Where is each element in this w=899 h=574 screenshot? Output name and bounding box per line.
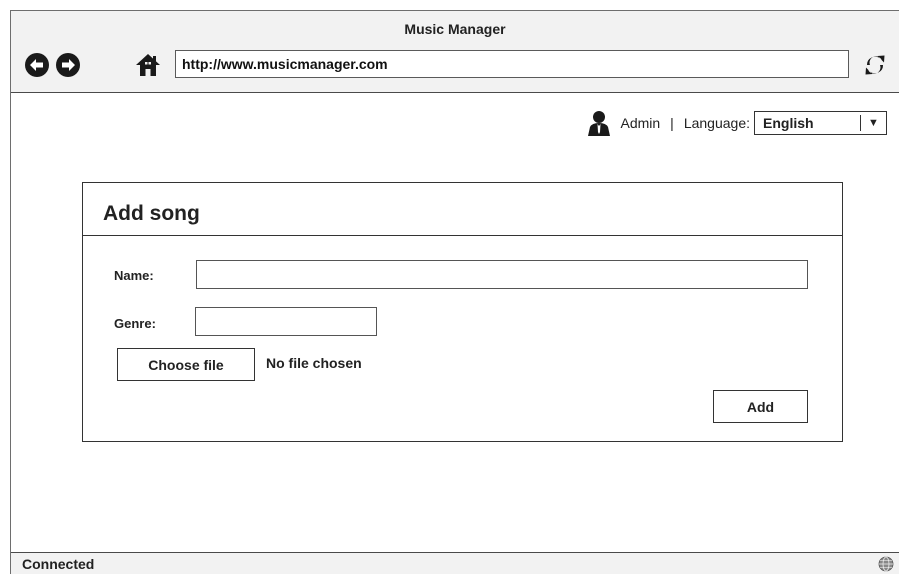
browser-chrome: Music Manager http://www.musicmanager.co… — [11, 11, 899, 93]
language-select[interactable]: English ▼ — [754, 111, 887, 135]
username-label[interactable]: Admin — [620, 115, 660, 131]
refresh-icon[interactable] — [861, 51, 889, 79]
forward-arrow-icon[interactable] — [56, 53, 80, 77]
globe-icon — [878, 556, 894, 572]
window-title: Music Manager — [404, 21, 506, 37]
panel-title: Add song — [83, 183, 842, 236]
language-label: Language: — [683, 115, 750, 131]
back-arrow-icon[interactable] — [25, 53, 49, 77]
address-bar[interactable]: http://www.musicmanager.com — [175, 50, 849, 78]
add-button[interactable]: Add — [713, 390, 808, 423]
language-value: English — [763, 115, 814, 131]
user-icon — [588, 111, 611, 136]
home-icon[interactable] — [135, 52, 161, 78]
browser-window: Music Manager http://www.musicmanager.co… — [10, 10, 899, 574]
add-song-panel: Add song Name: Genre: Choose file No fil… — [82, 182, 843, 442]
name-input[interactable] — [196, 260, 808, 289]
separator: | — [670, 115, 674, 131]
name-label: Name: — [114, 268, 154, 283]
choose-file-button[interactable]: Choose file — [117, 348, 255, 381]
genre-label: Genre: — [114, 316, 156, 331]
chevron-down-icon[interactable]: ▼ — [860, 115, 886, 131]
user-bar: Admin | Language: English ▼ — [588, 109, 887, 137]
status-text: Connected — [22, 556, 95, 572]
file-status: No file chosen — [266, 355, 362, 371]
genre-input[interactable] — [195, 307, 377, 336]
status-bar: Connected — [11, 552, 899, 574]
